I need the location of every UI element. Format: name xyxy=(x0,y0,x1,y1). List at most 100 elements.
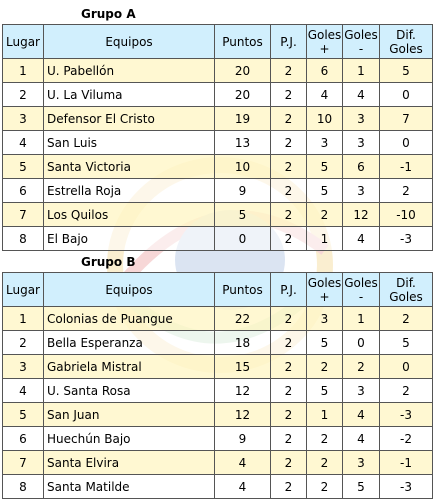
cell-equipo: San Luis xyxy=(43,130,215,155)
cell-lugar: 6 xyxy=(2,178,44,203)
cell-dif-goles: -3 xyxy=(379,226,433,251)
cell-dif-goles: -1 xyxy=(379,154,433,179)
cell-dif-goles: 2 xyxy=(379,378,433,403)
header-goles-favor: Goles + xyxy=(306,24,343,59)
cell-goles-contra: 3 xyxy=(342,378,380,403)
cell-equipo: El Bajo xyxy=(43,226,215,251)
cell-goles-favor: 5 xyxy=(306,378,343,403)
table-row: 5 San Juan 12 2 1 4 -3 xyxy=(2,402,433,427)
cell-lugar: 1 xyxy=(2,306,44,331)
cell-goles-contra: 2 xyxy=(342,354,380,379)
cell-equipo: Estrella Roja xyxy=(43,178,215,203)
standings-table: Lugar Equipos Puntos P.J. Goles + Goles … xyxy=(2,272,433,499)
cell-lugar: 2 xyxy=(2,330,44,355)
cell-goles-favor: 2 xyxy=(306,450,343,475)
cell-pj: 2 xyxy=(270,202,307,227)
table-row: 5 Santa Victoria 10 2 5 6 -1 xyxy=(2,154,433,179)
cell-goles-contra: 4 xyxy=(342,402,380,427)
cell-dif-goles: 2 xyxy=(379,178,433,203)
cell-pj: 2 xyxy=(270,354,307,379)
header-dif-goles: Dif. Goles xyxy=(379,272,433,307)
cell-goles-favor: 2 xyxy=(306,354,343,379)
table-row: 7 Santa Elvira 4 2 2 3 -1 xyxy=(2,450,433,475)
group-title: Grupo B xyxy=(81,255,136,269)
cell-lugar: 2 xyxy=(2,82,44,107)
cell-goles-contra: 0 xyxy=(342,330,380,355)
cell-dif-goles: 2 xyxy=(379,306,433,331)
cell-goles-favor: 6 xyxy=(306,58,343,83)
cell-equipo: Huechún Bajo xyxy=(43,426,215,451)
header-row: Lugar Equipos Puntos P.J. Goles + Goles … xyxy=(2,24,433,59)
cell-pj: 2 xyxy=(270,378,307,403)
group-a: Grupo A Lugar Equipos Puntos P.J. Goles … xyxy=(2,4,433,251)
cell-dif-goles: 0 xyxy=(379,82,433,107)
cell-pj: 2 xyxy=(270,226,307,251)
header-lugar: Lugar xyxy=(2,24,44,59)
cell-equipo: Los Quilos xyxy=(43,202,215,227)
cell-equipo: Santa Victoria xyxy=(43,154,215,179)
cell-goles-favor: 5 xyxy=(306,330,343,355)
cell-dif-goles: 5 xyxy=(379,58,433,83)
cell-dif-goles: -3 xyxy=(379,402,433,427)
header-equipos: Equipos xyxy=(43,272,215,307)
cell-lugar: 7 xyxy=(2,450,44,475)
header-dif-goles: Dif. Goles xyxy=(379,24,433,59)
cell-goles-favor: 5 xyxy=(306,154,343,179)
cell-pj: 2 xyxy=(270,178,307,203)
cell-puntos: 20 xyxy=(214,58,271,83)
cell-lugar: 8 xyxy=(2,474,44,499)
header-goles-contra: Goles - xyxy=(342,24,380,59)
cell-dif-goles: 0 xyxy=(379,130,433,155)
cell-goles-contra: 4 xyxy=(342,226,380,251)
cell-lugar: 4 xyxy=(2,130,44,155)
cell-goles-favor: 1 xyxy=(306,226,343,251)
cell-dif-goles: -10 xyxy=(379,202,433,227)
cell-goles-contra: 4 xyxy=(342,82,380,107)
cell-goles-contra: 3 xyxy=(342,450,380,475)
cell-goles-favor: 5 xyxy=(306,178,343,203)
group-b: Grupo B Lugar Equipos Puntos P.J. Goles … xyxy=(2,252,433,499)
table-row: 8 Santa Matilde 4 2 2 5 -3 xyxy=(2,474,433,499)
cell-pj: 2 xyxy=(270,130,307,155)
cell-goles-contra: 12 xyxy=(342,202,380,227)
cell-equipo: Santa Matilde xyxy=(43,474,215,499)
header-goles-contra: Goles - xyxy=(342,272,380,307)
cell-puntos: 12 xyxy=(214,378,271,403)
cell-lugar: 3 xyxy=(2,106,44,131)
table-row: 2 U. La Viluma 20 2 4 4 0 xyxy=(2,82,433,107)
cell-equipo: San Juan xyxy=(43,402,215,427)
cell-goles-contra: 5 xyxy=(342,474,380,499)
cell-pj: 2 xyxy=(270,426,307,451)
cell-goles-contra: 4 xyxy=(342,426,380,451)
cell-pj: 2 xyxy=(270,106,307,131)
cell-pj: 2 xyxy=(270,402,307,427)
cell-goles-contra: 3 xyxy=(342,130,380,155)
cell-dif-goles: -3 xyxy=(379,474,433,499)
cell-puntos: 20 xyxy=(214,82,271,107)
table-row: 1 U. Pabellón 20 2 6 1 5 xyxy=(2,58,433,83)
cell-equipo: U. Pabellón xyxy=(43,58,215,83)
cell-puntos: 0 xyxy=(214,226,271,251)
cell-pj: 2 xyxy=(270,82,307,107)
cell-goles-favor: 1 xyxy=(306,402,343,427)
cell-puntos: 15 xyxy=(214,354,271,379)
header-equipos: Equipos xyxy=(43,24,215,59)
cell-puntos: 4 xyxy=(214,474,271,499)
cell-pj: 2 xyxy=(270,154,307,179)
table-row: 4 U. Santa Rosa 12 2 5 3 2 xyxy=(2,378,433,403)
cell-lugar: 7 xyxy=(2,202,44,227)
cell-equipo: Gabriela Mistral xyxy=(43,354,215,379)
cell-goles-favor: 3 xyxy=(306,306,343,331)
cell-puntos: 5 xyxy=(214,202,271,227)
table-row: 6 Estrella Roja 9 2 5 3 2 xyxy=(2,178,433,203)
cell-lugar: 1 xyxy=(2,58,44,83)
cell-goles-favor: 2 xyxy=(306,474,343,499)
table-row: 7 Los Quilos 5 2 2 12 -10 xyxy=(2,202,433,227)
header-goles-favor: Goles + xyxy=(306,272,343,307)
table-row: 6 Huechún Bajo 9 2 2 4 -2 xyxy=(2,426,433,451)
cell-lugar: 5 xyxy=(2,402,44,427)
header-row: Lugar Equipos Puntos P.J. Goles + Goles … xyxy=(2,272,433,307)
cell-goles-favor: 3 xyxy=(306,130,343,155)
cell-pj: 2 xyxy=(270,306,307,331)
cell-goles-favor: 10 xyxy=(306,106,343,131)
